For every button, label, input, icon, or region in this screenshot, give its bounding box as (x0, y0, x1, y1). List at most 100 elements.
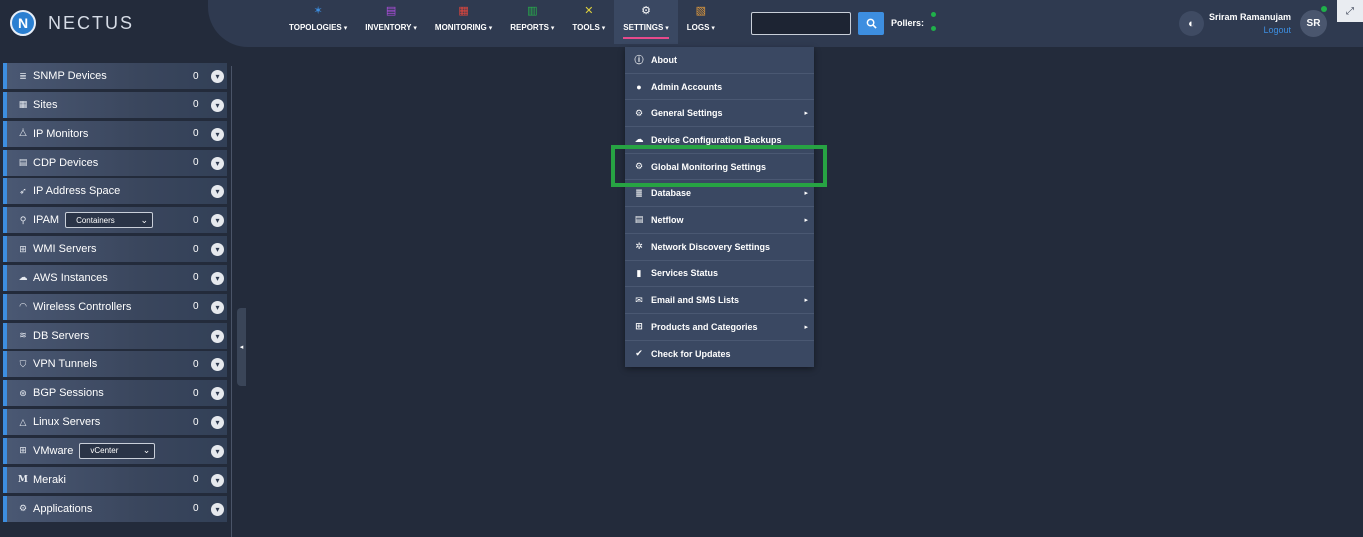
sidebar-item-snmp-devices[interactable]: ≣ SNMP Devices 0 ▾ (3, 63, 227, 89)
chevron-down-icon[interactable]: ▾ (211, 127, 224, 141)
chevron-down-icon[interactable]: ▾ (211, 358, 224, 372)
sidebar-item-count: 0 (193, 214, 199, 226)
sidebar-item-label: WMI Servers (33, 243, 97, 256)
nav-settings[interactable]: ⚙ SETTINGS (614, 0, 678, 44)
chevron-down-icon[interactable]: ▾ (211, 214, 224, 228)
nav-inventory[interactable]: ▤ INVENTORY (356, 0, 426, 44)
logout-link[interactable]: Logout (1263, 25, 1291, 35)
nav-tools[interactable]: ✕ TOOLS (563, 0, 614, 44)
vmware-type-select[interactable]: vCenter ⌄ (79, 442, 156, 459)
sidebar-item-linux-servers[interactable]: △ Linux Servers 0 ▾ (3, 409, 227, 436)
chevron-right-icon: ▸ (804, 190, 808, 198)
server-stack-icon: ≣ (19, 70, 27, 81)
gears-icon: ⚙ (634, 161, 644, 172)
device-list-icon: ▤ (18, 157, 28, 168)
contrast-icon: ◐ (1188, 17, 1195, 30)
chevron-down-icon[interactable]: ▾ (211, 473, 224, 487)
menu-item-check-for-updates[interactable]: ✔ Check for Updates (625, 341, 814, 368)
chevron-down-icon: ⌄ (140, 214, 149, 225)
app-name: NECTUS (48, 12, 135, 33)
sidebar-item-vmware[interactable]: ⊞ VMware vCenter ⌄ ▾ (3, 437, 227, 464)
sidebar-item-count: 0 (193, 99, 199, 111)
menu-item-general-settings[interactable]: ⚙ General Settings ▸ (625, 100, 814, 128)
menu-item-products-and-categories[interactable]: ⊞ Products and Categories ▸ (625, 314, 814, 341)
chevron-down-icon: ⌄ (142, 445, 151, 456)
sidebar-item-cdp-devices[interactable]: ▤ CDP Devices 0 ▾ (3, 149, 227, 176)
menu-item-email-and-sms-lists[interactable]: ✉ Email and SMS Lists ▸ (625, 287, 814, 314)
sidebar-item-sites[interactable]: ▦ Sites 0 ▾ (3, 91, 227, 118)
sidebar-item-vpn-tunnels[interactable]: ⛉ VPN Tunnels 0 ▾ (3, 351, 227, 378)
sidebar-item-count: 0 (193, 474, 199, 486)
user-icon: ● (636, 81, 642, 92)
chevron-down-icon[interactable]: ▾ (211, 156, 224, 170)
search-input[interactable] (751, 12, 851, 35)
sidebar-item-label: Linux Servers (33, 416, 101, 429)
sidebar-item-count: 0 (193, 416, 199, 428)
sidebar-item-wmi-servers[interactable]: ⊞ WMI Servers 0 ▾ (3, 236, 227, 263)
chevron-down-icon[interactable]: ▾ (211, 416, 224, 430)
hub-icon: ⊛ (19, 387, 27, 398)
linux-icon: △ (19, 416, 27, 427)
avatar[interactable]: SR (1300, 10, 1327, 37)
sidebar-item-applications[interactable]: ⚙ Applications 0 ▾ (3, 495, 227, 522)
menu-item-about[interactable]: ⓘ About (625, 47, 814, 74)
chevron-down-icon[interactable]: ▾ (211, 444, 224, 458)
logo-icon: N (10, 10, 36, 36)
menu-item-global-monitoring-settings[interactable]: ⚙ Global Monitoring Settings (625, 154, 814, 181)
chevron-down-icon[interactable]: ▾ (211, 185, 224, 199)
chevron-down-icon[interactable]: ▾ (211, 502, 224, 516)
nav-monitoring[interactable]: ▦ MONITORING (426, 0, 501, 44)
sidebar-item-count: 0 (193, 243, 199, 255)
topology-icon: ✶ (313, 5, 323, 17)
settings-gears-icon: ⚙ (641, 5, 651, 17)
sidebar-collapse-handle[interactable]: ◂ (237, 308, 246, 386)
database-icon: ≋ (19, 330, 27, 341)
ipam-type-select[interactable]: Containers ⌄ (65, 212, 154, 229)
nav-reports[interactable]: ▥ REPORTS (501, 0, 563, 44)
sidebar-item-bgp-sessions[interactable]: ⊛ BGP Sessions 0 ▾ (3, 380, 227, 407)
fullscreen-button[interactable]: ⤢ (1337, 0, 1363, 22)
ipam-select-value: Containers (76, 215, 115, 225)
chevron-down-icon[interactable]: ▾ (211, 243, 224, 257)
sidebar-item-aws-instances[interactable]: ☁ AWS Instances 0 ▾ (3, 264, 227, 291)
sidebar-item-wireless-controllers[interactable]: ◠ Wireless Controllers 0 ▾ (3, 293, 227, 320)
sidebar-item-label: IP Address Space (33, 185, 121, 198)
search-button[interactable] (858, 12, 884, 35)
sidebar-item-ip-address-space[interactable]: ➶ IP Address Space ▾ (3, 178, 227, 205)
chevron-right-icon: ▸ (804, 297, 808, 305)
chevron-down-icon[interactable]: ▾ (211, 271, 224, 285)
sidebar-item-meraki[interactable]: M Meraki 0 ▾ (3, 466, 227, 493)
sidebar-item-label: VPN Tunnels (33, 358, 98, 371)
tools-icon: ✕ (584, 5, 594, 17)
meraki-icon: M (18, 474, 28, 485)
menu-item-device-configuration-backups[interactable]: ☁ Device Configuration Backups (625, 127, 814, 154)
chevron-down-icon[interactable]: ▾ (211, 300, 224, 314)
chevron-down-icon[interactable]: ▾ (211, 329, 224, 343)
sidebar-item-ip-monitors[interactable]: ⧊ IP Monitors 0 ▾ (3, 120, 227, 147)
menu-item-network-discovery-settings[interactable]: ✲ Network Discovery Settings (625, 234, 814, 261)
menu-item-services-status[interactable]: ▮ Services Status (625, 261, 814, 288)
menu-item-database[interactable]: ≣ Database ▸ (625, 180, 814, 208)
sidebar-item-ipam[interactable]: ⚲ IPAM Containers ⌄ 0 ▾ (3, 207, 227, 234)
menu-item-label: About (651, 54, 677, 65)
nav-logs[interactable]: ▧ LOGS (678, 0, 724, 44)
chevron-down-icon[interactable]: ▾ (211, 98, 224, 112)
sidebar-item-count: 0 (193, 272, 199, 284)
menu-item-label: Netflow (651, 214, 684, 225)
theme-toggle-button[interactable]: ◐ (1179, 11, 1204, 36)
chevron-down-icon[interactable]: ▾ (211, 387, 224, 401)
sidebar-item-count: 0 (193, 503, 199, 515)
nav-reports-label: REPORTS (510, 23, 554, 39)
chevron-down-icon[interactable]: ▾ (211, 70, 224, 83)
app-gear-icon: ⚙ (18, 503, 28, 514)
nav-topologies[interactable]: ✶ TOPOLOGIES (280, 0, 356, 44)
menu-item-netflow[interactable]: ▤ Netflow ▸ (625, 207, 814, 234)
logo[interactable]: N NECTUS (10, 10, 134, 36)
menu-item-label: Device Configuration Backups (651, 134, 782, 145)
menu-item-label: Email and SMS Lists (651, 295, 740, 306)
bar-chart-icon: ▮ (636, 267, 642, 278)
cloud-icon: ☁ (18, 272, 28, 283)
sidebar-item-db-servers[interactable]: ≋ DB Servers ▾ (3, 322, 227, 349)
gift-icon: ⊞ (635, 321, 643, 332)
menu-item-admin-accounts[interactable]: ● Admin Accounts (625, 74, 814, 101)
